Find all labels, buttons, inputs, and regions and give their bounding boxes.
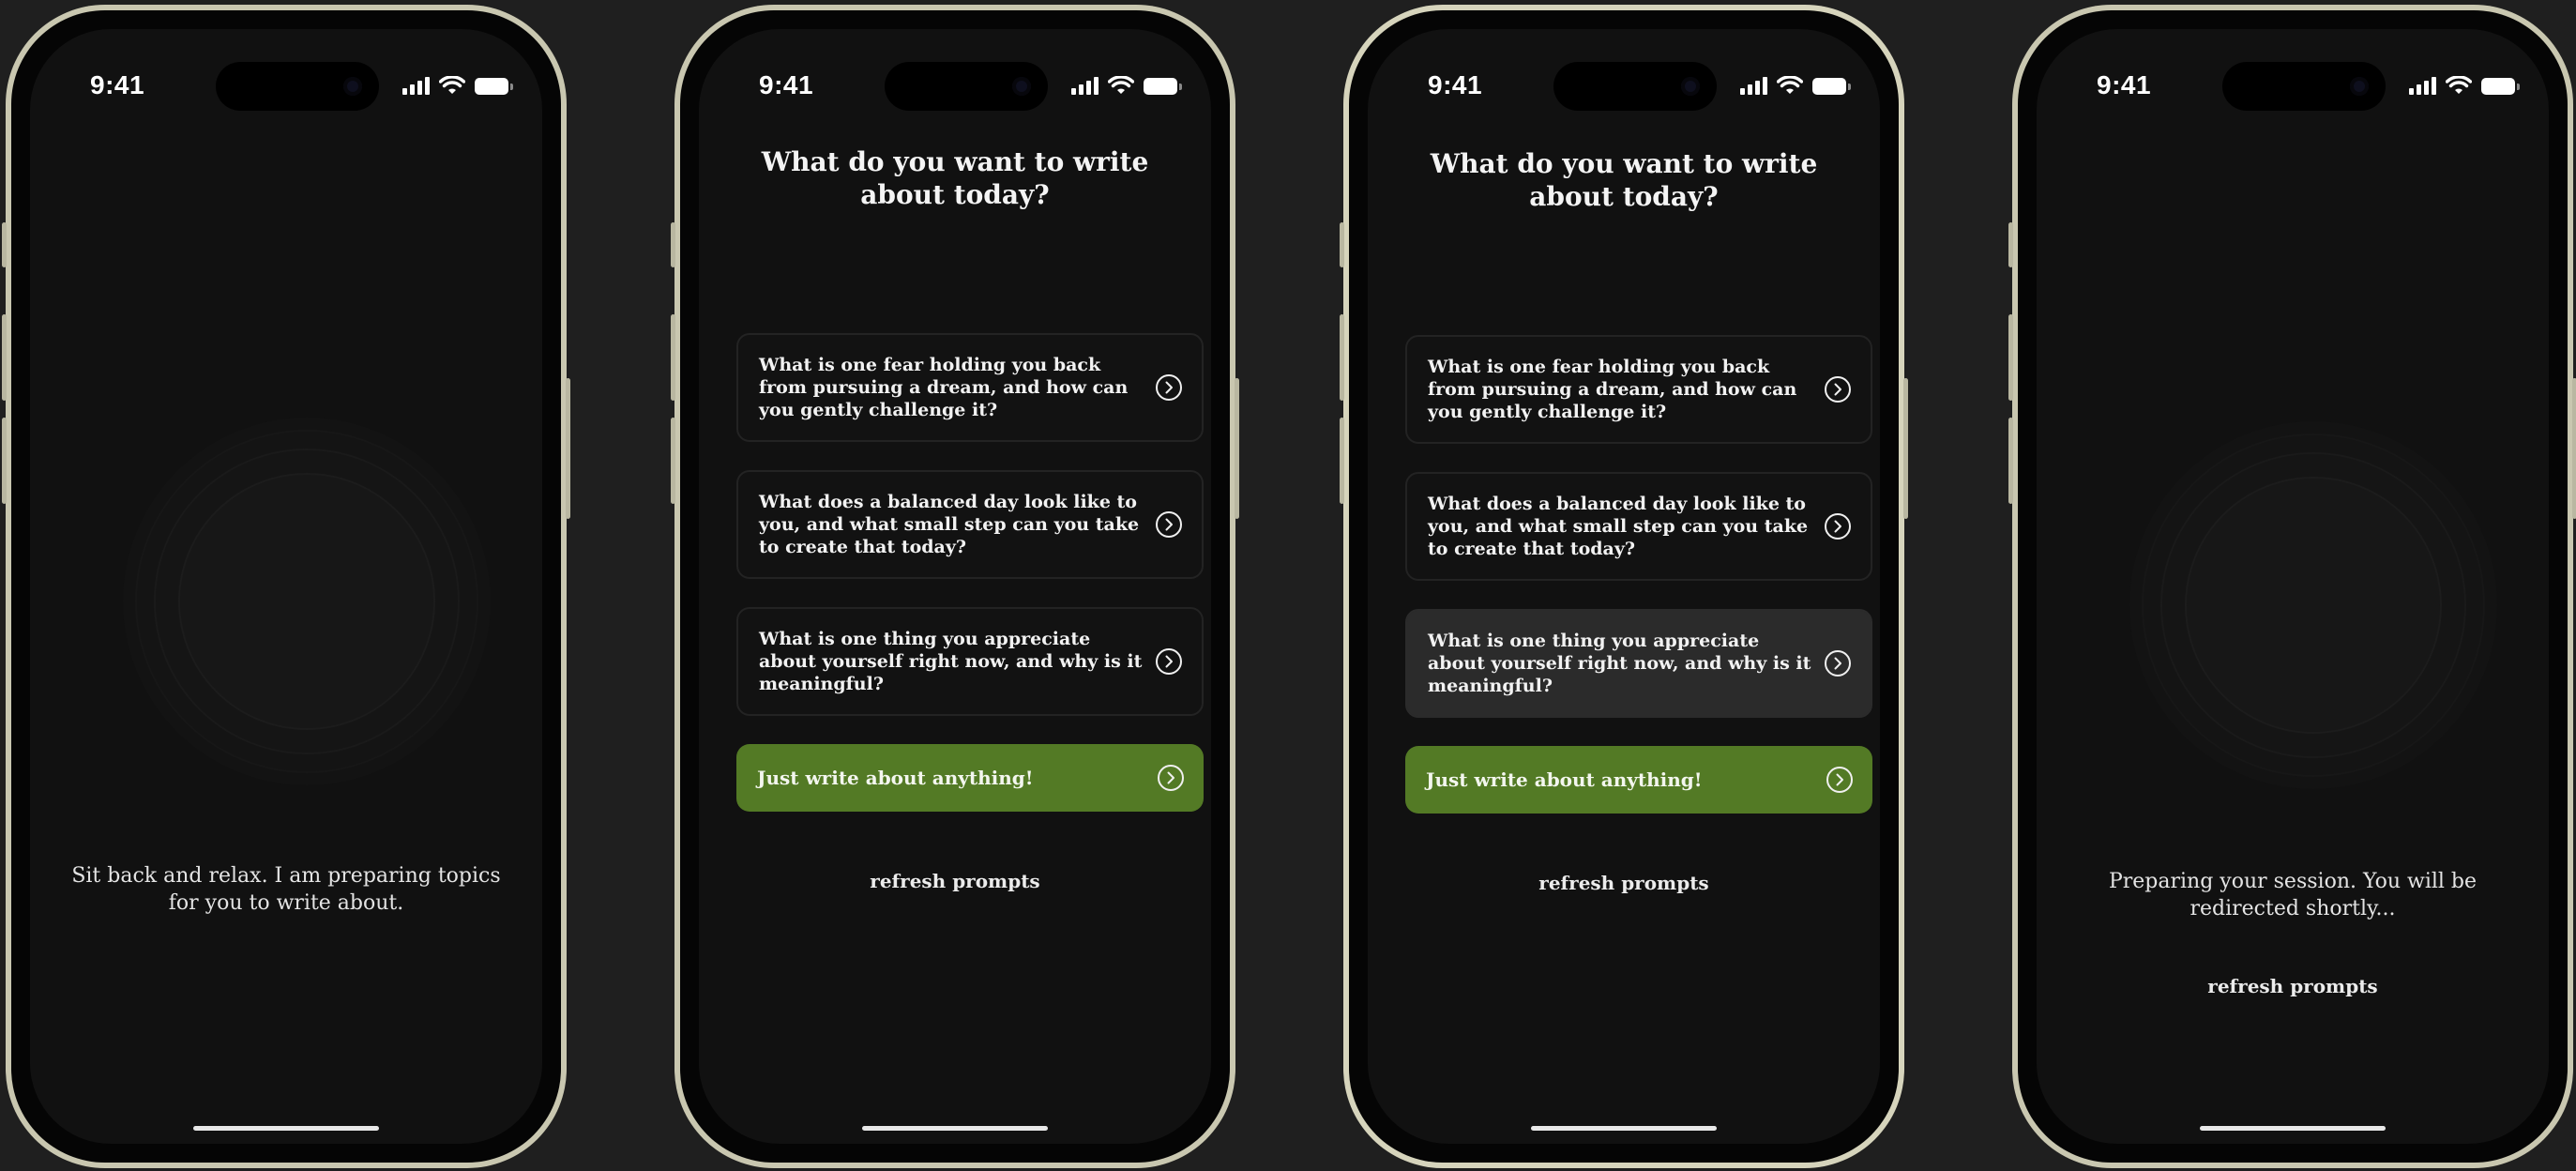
wifi-icon [2446, 76, 2472, 94]
action-button [671, 222, 675, 267]
refresh-prompts-button[interactable]: refresh prompts [2037, 975, 2549, 997]
camera-icon [2350, 77, 2369, 96]
bezel: 9:41 Preparing your session. You will be… [2018, 10, 2568, 1163]
write-anything-button[interactable]: Just write about anything! [736, 744, 1204, 812]
chevron-right-circle-icon [1156, 648, 1182, 675]
camera-icon [1681, 77, 1700, 96]
power-button [566, 378, 570, 519]
status-bar: 9:41 [30, 29, 542, 111]
camera-icon [1012, 77, 1031, 96]
wifi-icon [439, 76, 465, 94]
pulsing-circles-icon [123, 418, 491, 785]
status-bar: 9:41 [2037, 29, 2549, 111]
volume-down-button [2, 418, 7, 504]
prompt-text: What is one fear holding you back from p… [759, 355, 1129, 420]
loading-message: Sit back and relax. I am preparing topic… [71, 864, 501, 915]
home-indicator[interactable] [2200, 1126, 2386, 1131]
pulsing-circles-icon [2129, 421, 2497, 789]
prompt-text: What is one thing you appreciate about y… [759, 629, 1143, 694]
action-button [2008, 222, 2013, 267]
power-button [2572, 378, 2576, 519]
bezel: 9:41 Sit back and relax. I am preparing … [11, 10, 561, 1163]
status-bar: 9:41 [699, 29, 1211, 111]
write-anything-button[interactable]: Just write about anything! [1405, 746, 1872, 814]
volume-up-button [1340, 314, 1344, 401]
battery-icon [2481, 78, 2520, 95]
screen-prompts: 9:41 What do you want to write about tod… [699, 29, 1211, 1144]
status-bar: 9:41 [1368, 29, 1880, 111]
phone-frame-preparing: 9:41 Preparing your session. You will be… [2008, 5, 2576, 1168]
prompt-text: What does a balanced day look like to yo… [759, 492, 1140, 557]
volume-up-button [2008, 314, 2013, 401]
cellular-signal-icon [1071, 76, 1099, 95]
power-button [1235, 378, 1239, 519]
volume-down-button [671, 418, 675, 504]
chevron-right-circle-icon [1826, 767, 1853, 793]
chevron-right-circle-icon [1158, 765, 1184, 791]
screen-prompts-selected: 9:41 What do you want to write about tod… [1368, 29, 1880, 1144]
prompt-card-2[interactable]: What does a balanced day look like to yo… [736, 470, 1204, 579]
refresh-prompts-button[interactable]: refresh prompts [1368, 872, 1880, 894]
volume-up-button [2, 314, 7, 401]
page-title: What do you want to write about today? [1430, 148, 1818, 212]
home-indicator[interactable] [193, 1126, 379, 1131]
phone-frame-loading: 9:41 Sit back and relax. I am preparing … [2, 5, 570, 1168]
dynamic-island [885, 62, 1048, 111]
dynamic-island [2222, 62, 2386, 111]
cellular-signal-icon [1740, 76, 1767, 95]
volume-up-button [671, 314, 675, 401]
battery-icon [475, 78, 513, 95]
dynamic-island [216, 62, 379, 111]
prompt-card-2[interactable]: What does a balanced day look like to yo… [1405, 472, 1872, 581]
action-button [2, 222, 7, 267]
camera-icon [343, 77, 362, 96]
prompt-text: What is one fear holding you back from p… [1428, 357, 1797, 422]
prompt-card-3[interactable]: What is one thing you appreciate about y… [736, 607, 1204, 716]
home-indicator[interactable] [1531, 1126, 1717, 1131]
chevron-right-circle-icon [1825, 376, 1851, 403]
volume-down-button [1340, 418, 1344, 504]
action-button [1340, 222, 1344, 267]
wifi-icon [1777, 76, 1803, 94]
wifi-icon [1108, 76, 1134, 94]
write-anything-label: Just write about anything! [1426, 768, 1703, 791]
cellular-signal-icon [2409, 76, 2436, 95]
chevron-right-circle-icon [1156, 374, 1182, 401]
battery-icon [1144, 78, 1182, 95]
preparing-message: Preparing your session. You will be redi… [2108, 870, 2478, 920]
chevron-right-circle-icon [1156, 511, 1182, 538]
chevron-right-circle-icon [1825, 650, 1851, 677]
chevron-right-circle-icon [1825, 513, 1851, 540]
phone-frame-prompts-selected: 9:41 What do you want to write about tod… [1340, 5, 1908, 1168]
dynamic-island [1553, 62, 1717, 111]
phone-frame-prompts: 9:41 What do you want to write about tod… [671, 5, 1239, 1168]
prompt-card-1[interactable]: What is one fear holding you back from p… [1405, 335, 1872, 444]
battery-icon [1812, 78, 1851, 95]
refresh-prompts-button[interactable]: refresh prompts [699, 870, 1211, 892]
status-time: 9:41 [2097, 70, 2152, 99]
prompt-card-1[interactable]: What is one fear holding you back from p… [736, 333, 1204, 442]
home-indicator[interactable] [862, 1126, 1048, 1131]
page-title: What do you want to write about today? [761, 146, 1149, 210]
bezel: 9:41 What do you want to write about tod… [680, 10, 1230, 1163]
status-time: 9:41 [759, 70, 814, 99]
power-button [1903, 378, 1908, 519]
bezel: 9:41 What do you want to write about tod… [1349, 10, 1899, 1163]
prompt-text: What is one thing you appreciate about y… [1428, 631, 1811, 696]
prompt-card-3-highlighted[interactable]: What is one thing you appreciate about y… [1405, 609, 1872, 718]
screen-loading: 9:41 Sit back and relax. I am preparing … [30, 29, 542, 1144]
cellular-signal-icon [402, 76, 430, 95]
write-anything-label: Just write about anything! [757, 767, 1034, 789]
status-time: 9:41 [90, 70, 145, 99]
screen-preparing: 9:41 Preparing your session. You will be… [2037, 29, 2549, 1144]
status-time: 9:41 [1428, 70, 1483, 99]
prompt-text: What does a balanced day look like to yo… [1428, 494, 1809, 559]
volume-down-button [2008, 418, 2013, 504]
